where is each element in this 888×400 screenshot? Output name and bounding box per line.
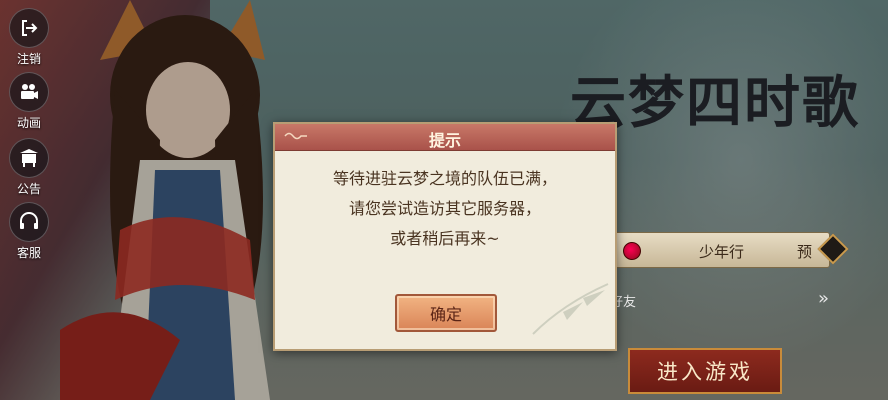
server-tag: 预 <box>797 243 813 261</box>
sidebar-item-logout[interactable]: 注销 <box>8 8 50 67</box>
dialog-line: 等待进驻云梦之境的队伍已满， <box>332 169 557 188</box>
sidebar-item-notice[interactable]: 公告 <box>8 138 50 197</box>
bamboo-ornament-icon <box>532 283 609 335</box>
dialog-title: 提示 <box>428 131 461 150</box>
dialog-line: 请您尝试造访其它服务器， <box>348 199 541 218</box>
game-login-screen: 注销 动画 公告 客服 云梦四时歌 少年行 预 好友 » 进入游戏 提示 等待进… <box>0 0 888 400</box>
dialog-header: 提示 <box>275 124 615 151</box>
sidebar-item-label: 动画 <box>16 116 41 130</box>
enter-game-button[interactable]: 进入游戏 <box>628 348 782 394</box>
dialog-line: 或者稍后再来~ <box>390 229 500 248</box>
sidebar-item-label: 公告 <box>16 182 41 196</box>
confirm-button[interactable]: 确定 <box>395 294 497 332</box>
friend-row[interactable]: 好友 » <box>610 288 836 312</box>
sidebar-item-label: 注销 <box>16 52 41 66</box>
double-chevron-right-icon: » <box>818 288 830 309</box>
sidebar-item-label: 客服 <box>16 246 41 260</box>
headset-icon <box>9 202 49 242</box>
logout-icon <box>9 8 49 48</box>
server-status-icon <box>623 242 641 260</box>
dialog-message: 等待进驻云梦之境的队伍已满， 请您尝试造访其它服务器， 或者稍后再来~ <box>275 164 615 254</box>
sidebar-item-animation[interactable]: 动画 <box>8 72 50 131</box>
server-name: 少年行 <box>699 243 745 261</box>
sidebar-item-support[interactable]: 客服 <box>8 202 50 261</box>
notice-board-icon <box>9 138 49 178</box>
film-camera-icon <box>9 72 49 112</box>
server-select[interactable]: 少年行 预 <box>608 232 830 268</box>
alert-dialog: 提示 等待进驻云梦之境的队伍已满， 请您尝试造访其它服务器， 或者稍后再来~ 确… <box>273 122 617 351</box>
